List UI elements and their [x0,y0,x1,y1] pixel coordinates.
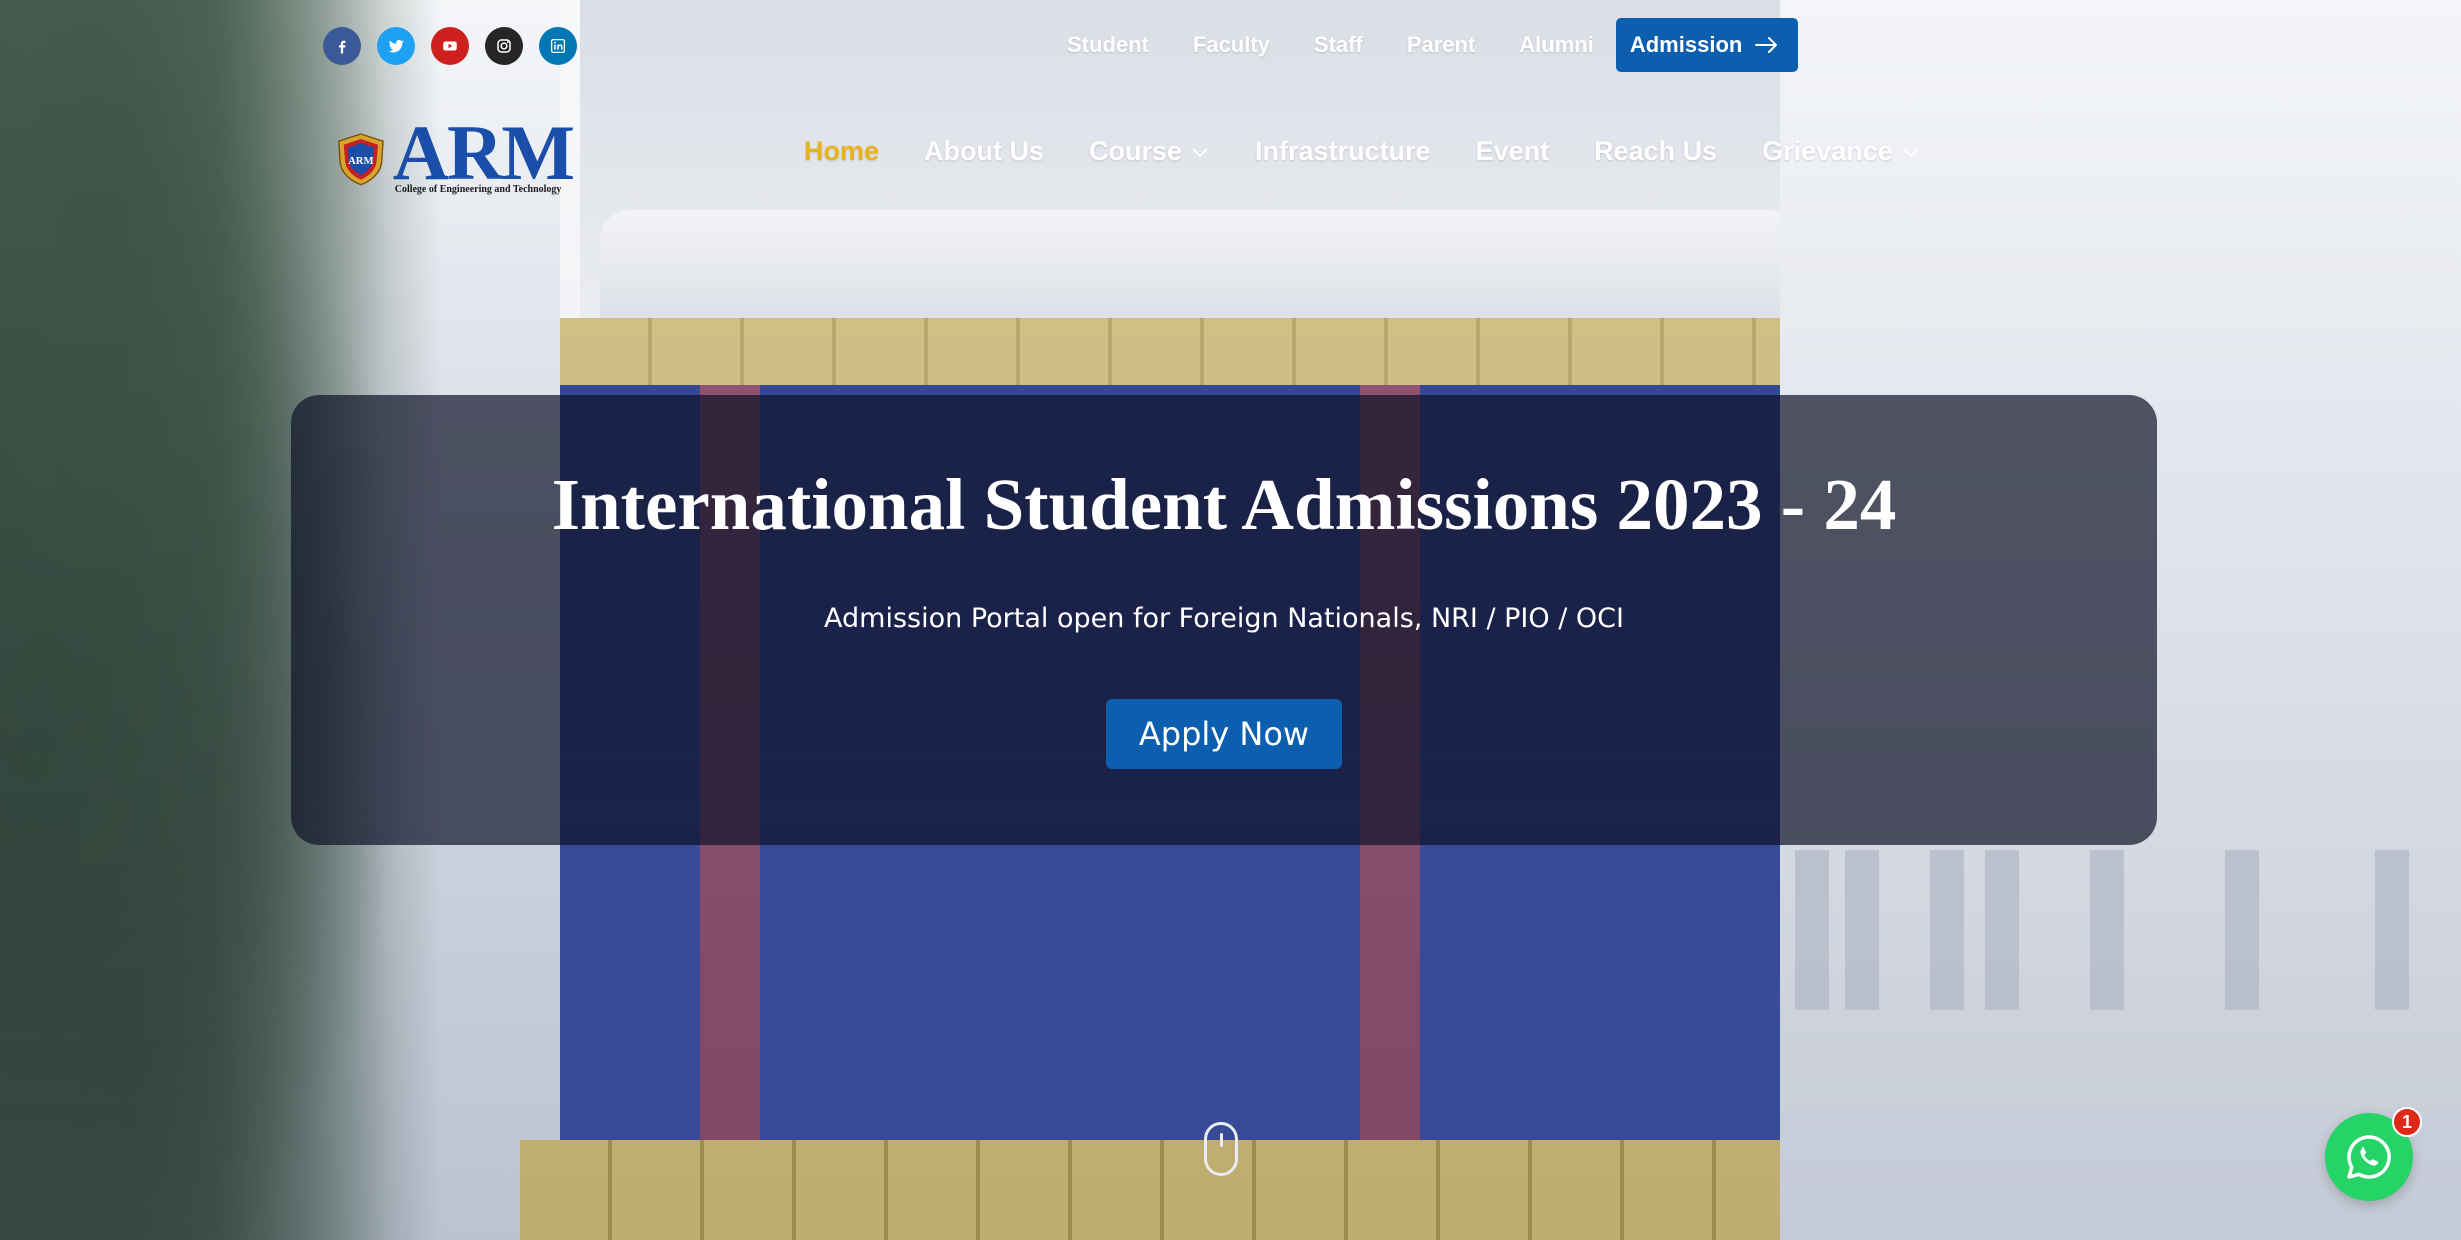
admission-button-label: Admission [1629,32,1743,57]
nav-about-us-label: About Us [924,136,1044,166]
nav-course[interactable]: Course [1089,136,1210,167]
chevron-down-icon [1903,147,1919,157]
whatsapp-icon [2347,1135,2391,1179]
logo-subtitle: College of Engineering and Technology [394,184,562,195]
nav-home-label: Home [804,136,880,166]
nav-staff-link[interactable]: Staff [1314,32,1363,58]
nav-infrastructure[interactable]: Infrastructure [1255,136,1431,167]
social-links [323,27,577,65]
nav-reach-us[interactable]: Reach Us [1594,136,1717,167]
nav-home[interactable]: Home [804,136,879,167]
nav-parent-link[interactable]: Parent [1407,32,1475,58]
utility-nav: Student Faculty Staff Parent Alumni Admi… [1045,18,1799,72]
nav-grievance[interactable]: Grievance [1762,136,1921,167]
nav-faculty-link[interactable]: Faculty [1193,32,1270,58]
hero-subtitle: Admission Portal open for Foreign Nation… [824,603,1624,634]
nav-student-link[interactable]: Student [1067,32,1149,58]
arrow-right-icon [1755,37,1778,53]
notification-badge: 1 [2392,1107,2422,1137]
nav-infrastructure-label: Infrastructure [1255,136,1431,166]
hero-banner: International Student Admissions 2023 - … [291,395,2157,845]
nav-alumni-link[interactable]: Alumni [1519,32,1594,58]
nav-course-label: Course [1089,136,1183,166]
logo-wordmark: ARM [392,109,575,196]
svg-text:ARM: ARM [348,155,374,167]
nav-grievance-label: Grievance [1762,136,1893,166]
linkedin-icon[interactable] [539,27,577,65]
chevron-down-icon [1192,147,1208,157]
nav-event[interactable]: Event [1476,136,1550,167]
scroll-down-icon[interactable] [1204,1122,1238,1176]
youtube-icon[interactable] [431,27,469,65]
college-crest-icon: ARM [337,133,384,186]
college-logo[interactable]: ARM ARM College of Engineering and Techn… [333,109,575,200]
twitter-icon[interactable] [377,27,415,65]
main-nav: Home About Us Course Infrastructure Even… [804,136,1966,167]
facebook-icon[interactable] [323,27,361,65]
admission-button[interactable]: Admission [1615,18,1799,72]
apply-now-button[interactable]: Apply Now [1106,699,1342,769]
nav-about-us[interactable]: About Us [924,136,1044,167]
nav-event-label: Event [1475,136,1550,166]
instagram-icon[interactable] [485,27,523,65]
nav-reach-us-label: Reach Us [1594,136,1718,166]
hero-title: International Student Admissions 2023 - … [551,464,1897,545]
